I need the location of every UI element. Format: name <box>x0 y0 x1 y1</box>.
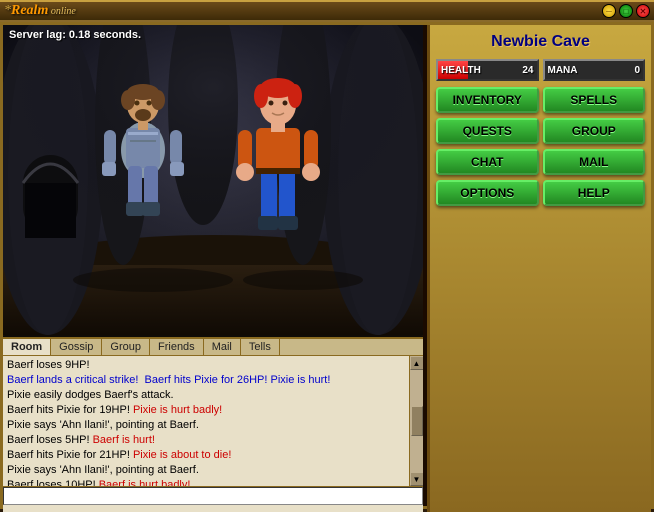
stats-row: HEALTH 24 MANA 0 <box>436 59 645 81</box>
scroll-thumb[interactable] <box>411 406 423 436</box>
game-window: Server lag: 0.18 seconds. <box>0 22 654 509</box>
msg-1: Baerf loses 9HP! <box>7 358 405 373</box>
health-label: HEALTH <box>438 65 481 76</box>
app-logo: *Realm online <box>4 3 76 19</box>
tab-gossip[interactable]: Gossip <box>51 339 102 355</box>
game-viewport: Server lag: 0.18 seconds. <box>3 25 423 512</box>
tab-tells[interactable]: Tells <box>241 339 280 355</box>
inventory-button[interactable]: INVENTORY <box>436 87 539 113</box>
msg-8: Pixie says 'Ahn Ilani!', pointing at Bae… <box>7 463 405 478</box>
mail-button[interactable]: MAIL <box>543 149 646 175</box>
minimize-button[interactable]: ─ <box>602 4 616 18</box>
right-panel: Newbie Cave HEALTH 24 MANA 0 INVENTORY S… <box>427 25 651 512</box>
options-button[interactable]: OPTIONS <box>436 180 539 206</box>
quests-button[interactable]: QUESTS <box>436 118 539 144</box>
tab-group[interactable]: Group <box>102 339 150 355</box>
title-bar: *Realm online ─ □ ✕ <box>0 0 654 22</box>
btn-row-2: QUESTS GROUP <box>436 118 645 144</box>
chat-input[interactable] <box>3 487 423 505</box>
btn-row-4: OPTIONS HELP <box>436 180 645 206</box>
btn-row-1: INVENTORY SPELLS <box>436 87 645 113</box>
location-name: Newbie Cave <box>436 33 645 51</box>
character-baerf <box>98 40 188 220</box>
tab-room[interactable]: Room <box>3 339 51 355</box>
chat-scrollbar[interactable]: ▲ ▼ <box>409 356 423 486</box>
characters <box>3 40 423 240</box>
character-player <box>228 40 328 240</box>
spells-button[interactable]: SPELLS <box>543 87 646 113</box>
scroll-down[interactable]: ▼ <box>410 472 424 486</box>
chat-input-row <box>3 486 423 505</box>
msg-2: Baerf lands a critical strike! Baerf hit… <box>7 373 405 388</box>
tab-friends[interactable]: Friends <box>150 339 204 355</box>
chat-button[interactable]: CHAT <box>436 149 539 175</box>
group-button[interactable]: GROUP <box>543 118 646 144</box>
btn-row-3: CHAT MAIL <box>436 149 645 175</box>
msg-3: Pixie easily dodges Baerf's attack. <box>7 388 405 403</box>
health-bar: HEALTH 24 <box>436 59 539 81</box>
close-button[interactable]: ✕ <box>636 4 650 18</box>
scroll-up[interactable]: ▲ <box>410 356 424 370</box>
cave-background <box>3 25 423 335</box>
msg-9: Baerf loses 10HP! Baerf is hurt badly! <box>7 478 405 486</box>
mana-bar: MANA 0 <box>543 59 646 81</box>
msg-5: Pixie says 'Ahn Ilani!', pointing at Bae… <box>7 418 405 433</box>
server-lag: Server lag: 0.18 seconds. <box>9 29 141 41</box>
msg-6: Baerf loses 5HP! Baerf is hurt! <box>7 433 405 448</box>
msg-7: Baerf hits Pixie for 21HP! Pixie is abou… <box>7 448 405 463</box>
chat-area: Room Gossip Group Friends Mail Tells Bae… <box>3 337 423 512</box>
chat-messages: Baerf loses 9HP! Baerf lands a critical … <box>3 356 409 486</box>
maximize-button[interactable]: □ <box>619 4 633 18</box>
chat-tabs: Room Gossip Group Friends Mail Tells <box>3 339 423 356</box>
mana-label: MANA <box>545 65 578 76</box>
mana-value: 0 <box>634 65 640 76</box>
health-value: 24 <box>522 65 533 76</box>
help-button[interactable]: HELP <box>543 180 646 206</box>
msg-4: Baerf hits Pixie for 19HP! Pixie is hurt… <box>7 403 405 418</box>
tab-mail[interactable]: Mail <box>204 339 241 355</box>
window-controls: ─ □ ✕ <box>602 4 650 18</box>
